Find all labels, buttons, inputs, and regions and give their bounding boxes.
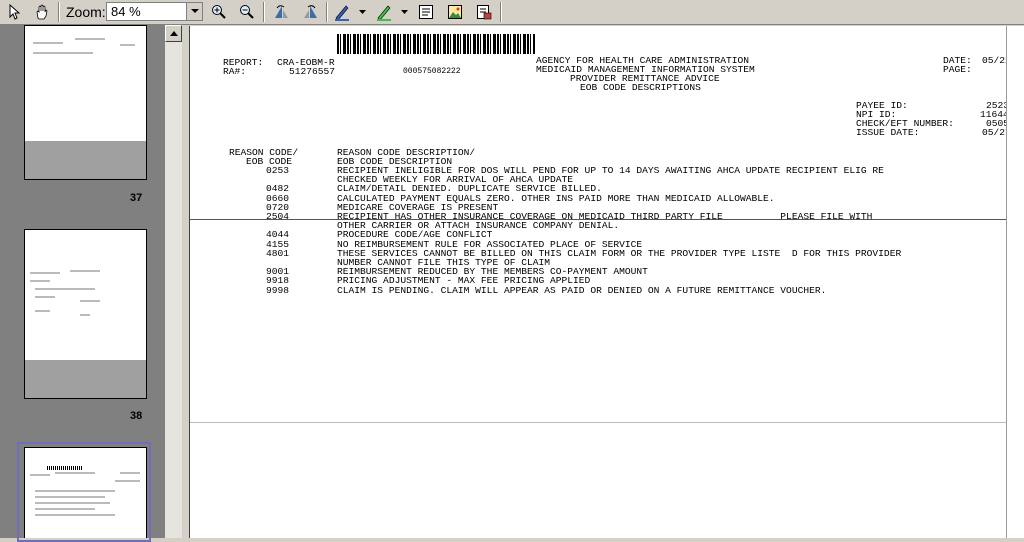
text-note-icon[interactable]	[416, 2, 436, 22]
toolbar-separator	[58, 2, 60, 22]
page-label: PAGE:	[943, 64, 972, 75]
barcode	[337, 34, 535, 54]
zoom-value: 84 %	[111, 4, 141, 19]
page-thumbnail[interactable]	[24, 25, 147, 180]
highlighter-icon[interactable]	[374, 2, 394, 22]
page-thumbnail[interactable]	[24, 229, 147, 399]
ra-value: 51276557	[289, 66, 336, 77]
eob-description: CLAIM IS PENDING. CLAIM WILL APPEAR AS P…	[337, 284, 827, 296]
toolbar-separator	[326, 2, 328, 22]
eob-code: 9998	[266, 284, 290, 296]
toolbar-separator	[500, 2, 502, 22]
rotate-right-icon[interactable]	[300, 2, 320, 22]
page-properties-icon[interactable]	[474, 2, 494, 22]
section-title: EOB CODE DESCRIPTIONS	[580, 82, 701, 93]
zoom-out-icon[interactable]	[237, 2, 257, 22]
thumbnail-page-number: 37	[130, 192, 143, 204]
panel-splitter[interactable]	[182, 25, 188, 538]
document-page[interactable]: REPORT: CRA-EOBM-R RA#: 51276557 0005750…	[189, 26, 1024, 538]
rotate-left-icon[interactable]	[272, 2, 292, 22]
code-number: 000575082222	[403, 67, 461, 76]
pen-icon[interactable]	[332, 2, 352, 22]
scroll-up-arrow-icon[interactable]	[165, 25, 182, 42]
selected-thumbnail-frame	[17, 442, 151, 542]
eob-code: 4801	[266, 247, 290, 259]
image-icon[interactable]	[445, 2, 465, 22]
thumbnail-scrollbar[interactable]	[165, 25, 182, 538]
toolbar-separator	[263, 2, 265, 22]
issue-date-label: ISSUE DATE:	[856, 127, 920, 138]
eob-code: 0253	[266, 165, 290, 176]
toolbar: Zoom: 84 %	[0, 0, 1024, 25]
zoom-label: Zoom:	[66, 4, 106, 20]
divider-line	[190, 422, 1006, 423]
divider-line	[190, 219, 1006, 220]
select-arrow-icon[interactable]	[4, 2, 24, 22]
chevron-down-icon[interactable]	[356, 2, 368, 22]
chevron-down-icon[interactable]	[398, 2, 410, 22]
thumbnail-page-number: 38	[130, 410, 143, 422]
document-scrollbar[interactable]	[1006, 26, 1024, 538]
zoom-select[interactable]: 84 %	[106, 2, 203, 21]
zoom-in-icon[interactable]	[209, 2, 229, 22]
ra-label: RA#:	[223, 66, 247, 77]
hand-icon[interactable]	[32, 2, 52, 22]
chevron-down-icon[interactable]	[186, 3, 202, 20]
